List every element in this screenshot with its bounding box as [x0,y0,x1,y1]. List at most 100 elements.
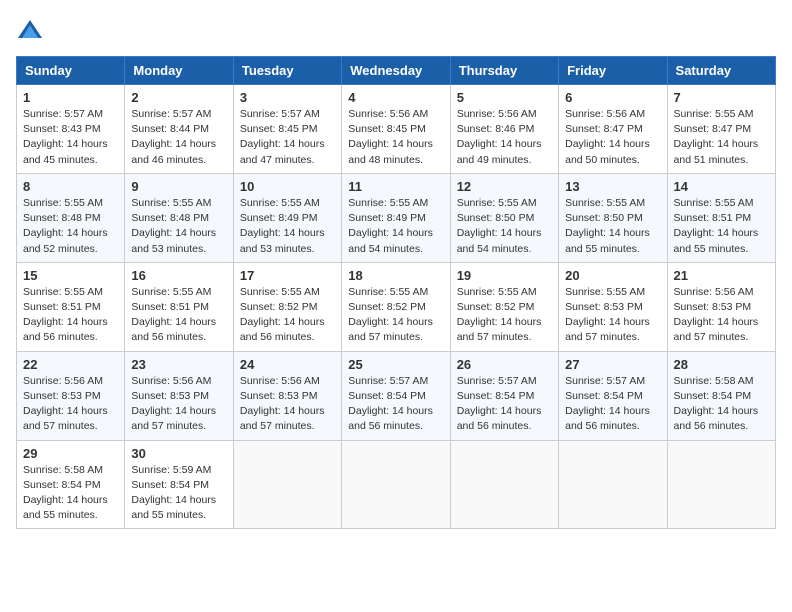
sunrise-label: Sunrise: 5:56 AM [348,108,428,120]
sunrise-label: Sunrise: 5:56 AM [674,286,754,298]
day-info: Sunrise: 5:56 AM Sunset: 8:47 PM Dayligh… [565,107,660,168]
day-number: 18 [348,268,443,283]
sunset-label: Sunset: 8:54 PM [348,390,426,402]
page-header [16,16,776,44]
calendar-day-cell: 30 Sunrise: 5:59 AM Sunset: 8:54 PM Dayl… [125,440,233,529]
sunrise-label: Sunrise: 5:56 AM [565,108,645,120]
calendar-day-cell: 16 Sunrise: 5:55 AM Sunset: 8:51 PM Dayl… [125,262,233,351]
sunrise-label: Sunrise: 5:55 AM [457,286,537,298]
calendar-day-cell: 22 Sunrise: 5:56 AM Sunset: 8:53 PM Dayl… [17,351,125,440]
day-info: Sunrise: 5:56 AM Sunset: 8:45 PM Dayligh… [348,107,443,168]
sunrise-label: Sunrise: 5:55 AM [131,197,211,209]
calendar-day-cell: 23 Sunrise: 5:56 AM Sunset: 8:53 PM Dayl… [125,351,233,440]
sunset-label: Sunset: 8:52 PM [348,301,426,313]
day-info: Sunrise: 5:56 AM Sunset: 8:53 PM Dayligh… [240,374,335,435]
calendar-day-cell: 12 Sunrise: 5:55 AM Sunset: 8:50 PM Dayl… [450,173,558,262]
sunset-label: Sunset: 8:52 PM [240,301,318,313]
day-info: Sunrise: 5:57 AM Sunset: 8:54 PM Dayligh… [457,374,552,435]
calendar-day-cell [559,440,667,529]
day-info: Sunrise: 5:55 AM Sunset: 8:49 PM Dayligh… [348,196,443,257]
day-info: Sunrise: 5:55 AM Sunset: 8:49 PM Dayligh… [240,196,335,257]
weekday-header: Sunday [17,57,125,85]
day-number: 11 [348,179,443,194]
weekday-header: Monday [125,57,233,85]
daylight-label: Daylight: 14 hours and 56 minutes. [565,405,650,432]
sunset-label: Sunset: 8:52 PM [457,301,535,313]
day-number: 2 [131,90,226,105]
sunrise-label: Sunrise: 5:55 AM [674,108,754,120]
day-number: 29 [23,446,118,461]
sunrise-label: Sunrise: 5:55 AM [240,286,320,298]
sunset-label: Sunset: 8:44 PM [131,123,209,135]
sunset-label: Sunset: 8:47 PM [565,123,643,135]
sunset-label: Sunset: 8:51 PM [131,301,209,313]
day-info: Sunrise: 5:57 AM Sunset: 8:54 PM Dayligh… [565,374,660,435]
daylight-label: Daylight: 14 hours and 52 minutes. [23,227,108,254]
day-info: Sunrise: 5:55 AM Sunset: 8:52 PM Dayligh… [457,285,552,346]
sunrise-label: Sunrise: 5:57 AM [565,375,645,387]
daylight-label: Daylight: 14 hours and 56 minutes. [457,405,542,432]
day-number: 22 [23,357,118,372]
sunrise-label: Sunrise: 5:56 AM [131,375,211,387]
sunrise-label: Sunrise: 5:55 AM [240,197,320,209]
sunset-label: Sunset: 8:54 PM [457,390,535,402]
calendar-week-row: 15 Sunrise: 5:55 AM Sunset: 8:51 PM Dayl… [17,262,776,351]
daylight-label: Daylight: 14 hours and 47 minutes. [240,138,325,165]
daylight-label: Daylight: 14 hours and 53 minutes. [131,227,216,254]
sunset-label: Sunset: 8:53 PM [23,390,101,402]
day-number: 7 [674,90,769,105]
daylight-label: Daylight: 14 hours and 57 minutes. [131,405,216,432]
day-number: 16 [131,268,226,283]
sunset-label: Sunset: 8:45 PM [348,123,426,135]
day-number: 20 [565,268,660,283]
calendar-day-cell: 6 Sunrise: 5:56 AM Sunset: 8:47 PM Dayli… [559,85,667,174]
sunrise-label: Sunrise: 5:57 AM [457,375,537,387]
sunrise-label: Sunrise: 5:55 AM [457,197,537,209]
calendar-day-cell: 17 Sunrise: 5:55 AM Sunset: 8:52 PM Dayl… [233,262,341,351]
day-info: Sunrise: 5:56 AM Sunset: 8:53 PM Dayligh… [674,285,769,346]
day-number: 9 [131,179,226,194]
sunset-label: Sunset: 8:54 PM [674,390,752,402]
daylight-label: Daylight: 14 hours and 56 minutes. [23,316,108,343]
sunset-label: Sunset: 8:49 PM [348,212,426,224]
calendar-day-cell: 15 Sunrise: 5:55 AM Sunset: 8:51 PM Dayl… [17,262,125,351]
day-number: 28 [674,357,769,372]
calendar-day-cell [342,440,450,529]
calendar-day-cell: 10 Sunrise: 5:55 AM Sunset: 8:49 PM Dayl… [233,173,341,262]
daylight-label: Daylight: 14 hours and 55 minutes. [674,227,759,254]
daylight-label: Daylight: 14 hours and 57 minutes. [565,316,650,343]
day-info: Sunrise: 5:57 AM Sunset: 8:44 PM Dayligh… [131,107,226,168]
calendar-day-cell: 14 Sunrise: 5:55 AM Sunset: 8:51 PM Dayl… [667,173,775,262]
sunrise-label: Sunrise: 5:57 AM [23,108,103,120]
daylight-label: Daylight: 14 hours and 56 minutes. [348,405,433,432]
daylight-label: Daylight: 14 hours and 46 minutes. [131,138,216,165]
day-info: Sunrise: 5:55 AM Sunset: 8:52 PM Dayligh… [240,285,335,346]
weekday-header: Friday [559,57,667,85]
day-number: 23 [131,357,226,372]
sunrise-label: Sunrise: 5:55 AM [23,197,103,209]
day-info: Sunrise: 5:55 AM Sunset: 8:50 PM Dayligh… [457,196,552,257]
day-number: 25 [348,357,443,372]
calendar-day-cell: 21 Sunrise: 5:56 AM Sunset: 8:53 PM Dayl… [667,262,775,351]
sunrise-label: Sunrise: 5:55 AM [565,197,645,209]
sunset-label: Sunset: 8:54 PM [131,479,209,491]
day-info: Sunrise: 5:55 AM Sunset: 8:48 PM Dayligh… [23,196,118,257]
day-info: Sunrise: 5:56 AM Sunset: 8:46 PM Dayligh… [457,107,552,168]
sunrise-label: Sunrise: 5:55 AM [348,197,428,209]
day-number: 1 [23,90,118,105]
calendar-day-cell: 19 Sunrise: 5:55 AM Sunset: 8:52 PM Dayl… [450,262,558,351]
weekday-header: Saturday [667,57,775,85]
sunrise-label: Sunrise: 5:55 AM [565,286,645,298]
daylight-label: Daylight: 14 hours and 56 minutes. [240,316,325,343]
sunrise-label: Sunrise: 5:56 AM [457,108,537,120]
calendar-day-cell: 28 Sunrise: 5:58 AM Sunset: 8:54 PM Dayl… [667,351,775,440]
day-info: Sunrise: 5:55 AM Sunset: 8:51 PM Dayligh… [131,285,226,346]
day-number: 5 [457,90,552,105]
day-info: Sunrise: 5:58 AM Sunset: 8:54 PM Dayligh… [23,463,118,524]
day-info: Sunrise: 5:57 AM Sunset: 8:45 PM Dayligh… [240,107,335,168]
daylight-label: Daylight: 14 hours and 54 minutes. [348,227,433,254]
sunrise-label: Sunrise: 5:57 AM [131,108,211,120]
calendar-day-cell: 5 Sunrise: 5:56 AM Sunset: 8:46 PM Dayli… [450,85,558,174]
day-number: 10 [240,179,335,194]
day-info: Sunrise: 5:57 AM Sunset: 8:54 PM Dayligh… [348,374,443,435]
